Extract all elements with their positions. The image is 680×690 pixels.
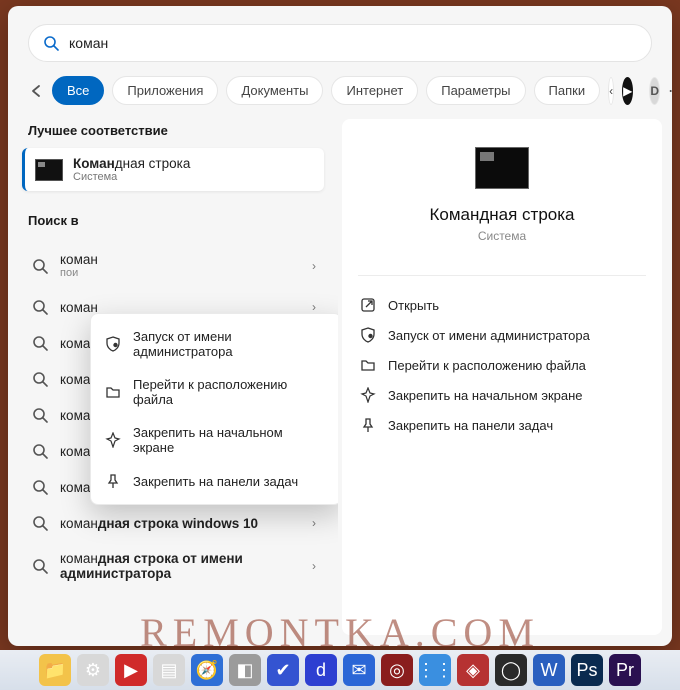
search-icon <box>32 515 48 531</box>
best-match-item[interactable]: Командная строка Система <box>22 148 324 191</box>
taskbar-app[interactable]: ⚙ <box>77 654 109 686</box>
search-query-text: коман <box>69 35 108 51</box>
suggestion-item[interactable]: команпои› <box>14 242 332 289</box>
taskbar-app[interactable]: W <box>533 654 565 686</box>
search-icon <box>32 258 48 274</box>
scroll-left-button[interactable]: ‹ <box>608 77 614 105</box>
search-window: коман Все Приложения Документы Интернет Пара… <box>8 6 672 646</box>
chevron-right-icon: › <box>312 300 316 314</box>
back-button[interactable] <box>28 83 44 99</box>
search-in-heading: Поиск в <box>8 197 338 238</box>
divider <box>358 275 646 276</box>
taskbar-app[interactable]: ▶ <box>115 654 147 686</box>
suggestion-item[interactable]: командная строка от имени администратора… <box>14 541 332 591</box>
preview-action[interactable]: Открыть <box>358 290 646 320</box>
taskbar-app[interactable]: ◯ <box>495 654 527 686</box>
suggestion-item[interactable]: командная строка windows 10› <box>14 505 332 541</box>
preview-panel: Командная строка Система ОткрытьЗапуск о… <box>342 119 662 635</box>
main-area: Лучшее соответствие Командная строка Сис… <box>8 115 672 643</box>
i-pin-icon <box>105 432 121 448</box>
chevron-right-icon: › <box>312 559 316 573</box>
search-icon <box>43 35 59 51</box>
chevron-right-icon: › <box>312 516 316 530</box>
taskbar-app[interactable]: ◈ <box>457 654 489 686</box>
search-icon <box>32 443 48 459</box>
i-open-icon <box>360 297 376 313</box>
i-pin2-icon <box>105 473 121 489</box>
scroll-right-button[interactable]: ▶ <box>622 77 633 105</box>
preview-action[interactable]: Закрепить на панели задач <box>358 410 646 440</box>
context-menu-item[interactable]: Перейти к расположению файла <box>91 368 338 416</box>
search-icon <box>32 371 48 387</box>
user-avatar[interactable]: D <box>649 77 660 105</box>
i-pin-icon <box>360 387 376 403</box>
search-icon <box>32 558 48 574</box>
search-icon <box>32 335 48 351</box>
tab-приложения[interactable]: Приложения <box>112 76 218 105</box>
taskbar-app[interactable]: ▤ <box>153 654 185 686</box>
best-match-subtitle: Система <box>73 171 190 183</box>
preview-subtitle: Система <box>478 229 526 243</box>
taskbar-app[interactable]: Pr <box>609 654 641 686</box>
i-shield-icon <box>360 327 376 343</box>
taskbar-app[interactable]: 📁 <box>39 654 71 686</box>
action-list: ОткрытьЗапуск от имени администратораПер… <box>358 290 646 440</box>
search-icon <box>32 407 48 423</box>
context-menu-item[interactable]: Запуск от имени администратора <box>91 320 338 368</box>
taskbar: 📁⚙▶▤🧭◧✔d✉◎⋮⋮◈◯WPsPr <box>0 650 680 690</box>
tab-интернет[interactable]: Интернет <box>331 76 418 105</box>
best-match-title: Командная строка <box>73 156 190 171</box>
preview-action[interactable]: Перейти к расположению файла <box>358 350 646 380</box>
search-input[interactable]: коман <box>28 24 652 62</box>
taskbar-app[interactable]: ◎ <box>381 654 413 686</box>
taskbar-app[interactable]: ⋮⋮ <box>419 654 451 686</box>
taskbar-app[interactable]: 🧭 <box>191 654 223 686</box>
preview-icon <box>475 147 529 189</box>
i-shield-icon <box>105 336 121 352</box>
taskbar-app[interactable]: ✔ <box>267 654 299 686</box>
context-menu-item[interactable]: Закрепить на начальном экране <box>91 416 338 464</box>
preview-action[interactable]: Запуск от имени администратора <box>358 320 646 350</box>
i-folder-icon <box>360 357 376 373</box>
taskbar-app[interactable]: ✉ <box>343 654 375 686</box>
tab-документы[interactable]: Документы <box>226 76 323 105</box>
search-icon <box>32 299 48 315</box>
i-folder-icon <box>105 384 121 400</box>
tab-параметры[interactable]: Параметры <box>426 76 525 105</box>
filter-tabs: Все Приложения Документы Интернет Параметры П… <box>8 72 672 115</box>
arrow-left-icon <box>28 83 44 99</box>
context-menu-item[interactable]: Закрепить на панели задач <box>91 464 338 498</box>
more-options-button[interactable]: ⋯ <box>668 77 672 105</box>
taskbar-app[interactable]: d <box>305 654 337 686</box>
tab-все[interactable]: Все <box>52 76 104 105</box>
taskbar-app[interactable]: Ps <box>571 654 603 686</box>
best-match-heading: Лучшее соответствие <box>8 115 338 148</box>
results-column: Лучшее соответствие Командная строка Сис… <box>8 115 338 643</box>
preview-action[interactable]: Закрепить на начальном экране <box>358 380 646 410</box>
tab-папки[interactable]: Папки <box>534 76 601 105</box>
search-icon <box>32 479 48 495</box>
context-menu: Запуск от имени администратораПерейти к … <box>90 313 338 505</box>
chevron-right-icon: › <box>312 259 316 273</box>
taskbar-app[interactable]: ◧ <box>229 654 261 686</box>
i-pin2-icon <box>360 417 376 433</box>
preview-title: Командная строка <box>429 205 574 225</box>
cmd-icon <box>35 159 63 181</box>
